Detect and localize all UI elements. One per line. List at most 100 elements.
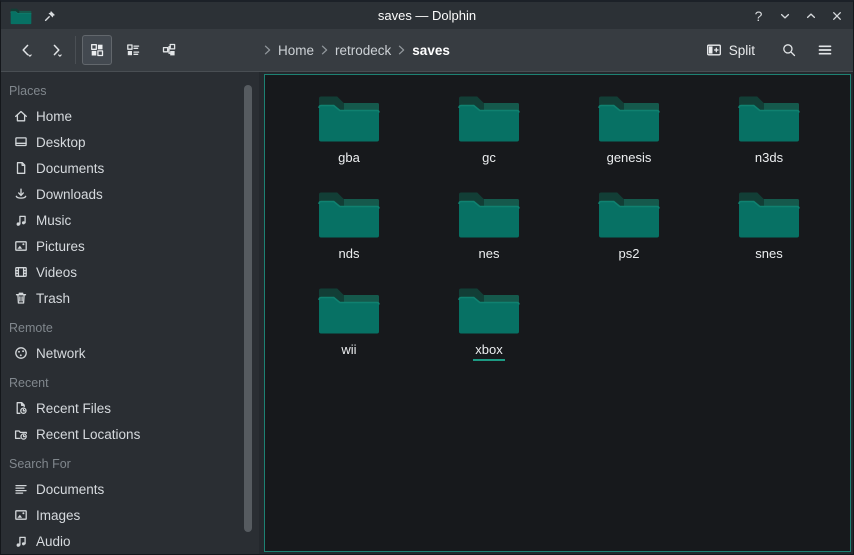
help-button[interactable]: ? (750, 7, 767, 24)
folder-icon (597, 188, 661, 240)
sidebar-item-label: Home (36, 109, 72, 124)
sidebar-item-label: Desktop (36, 135, 86, 150)
sidebar-item-audio[interactable]: Audio (1, 528, 259, 554)
breadcrumb-item-Home[interactable]: Home (278, 43, 314, 58)
document-icon (13, 160, 29, 176)
sidebar-section-title: Remote (9, 321, 259, 335)
folder-label: gc (480, 150, 498, 169)
minimize-button[interactable] (776, 7, 793, 24)
split-icon (706, 42, 722, 58)
sidebar-item-recent-files[interactable]: Recent Files (1, 395, 259, 421)
hamburger-menu-button[interactable] (811, 36, 839, 64)
sidebar-item-label: Recent Locations (36, 427, 140, 442)
folder-icon (737, 92, 801, 144)
sidebar-item-recent-locations[interactable]: Recent Locations (1, 421, 259, 447)
forward-button[interactable] (41, 34, 71, 66)
breadcrumb-item-retrodeck[interactable]: retrodeck (335, 43, 391, 58)
sidebar-item-label: Documents (36, 161, 104, 176)
sidebar-item-desktop[interactable]: Desktop (1, 129, 259, 155)
sidebar-item-videos[interactable]: Videos (1, 259, 259, 285)
folder-icon (317, 188, 381, 240)
folder-grid: gba gc genesis n3ds nds nes ps2 snes wii xbox (265, 75, 850, 376)
folder-label: xbox (473, 342, 504, 361)
sidebar-scrollbar[interactable] (244, 85, 252, 532)
folder-genesis[interactable]: genesis (559, 88, 699, 184)
dolphin-window: saves — Dolphin ? Home retrodeck saves Spl… (0, 0, 854, 555)
sidebar-item-documents[interactable]: Documents (1, 476, 259, 502)
recent-folder-icon (13, 426, 29, 442)
music-icon (13, 212, 29, 228)
folder-label: genesis (605, 150, 654, 169)
folder-nds[interactable]: nds (279, 184, 419, 280)
sidebar-item-images[interactable]: Images (1, 502, 259, 528)
music-icon (13, 533, 29, 549)
sidebar-item-music[interactable]: Music (1, 207, 259, 233)
maximize-button[interactable] (802, 7, 819, 24)
sidebar-section-title: Search For (9, 457, 259, 471)
folder-nes[interactable]: nes (419, 184, 559, 280)
desktop-icon (13, 134, 29, 150)
folder-label: snes (753, 246, 784, 265)
folder-ps2[interactable]: ps2 (559, 184, 699, 280)
folder-label: gba (336, 150, 362, 169)
sidebar-item-downloads[interactable]: Downloads (1, 181, 259, 207)
folder-snes[interactable]: snes (699, 184, 839, 280)
breadcrumb-item-saves[interactable]: saves (412, 43, 450, 58)
folder-label: wii (339, 342, 358, 361)
places-panel: Places Home Desktop Documents Downloads Music… (1, 72, 259, 554)
content-area: Places Home Desktop Documents Downloads Music… (1, 72, 853, 554)
window-title: saves — Dolphin (1, 8, 853, 23)
split-button[interactable]: Split (706, 42, 755, 58)
folder-icon (457, 92, 521, 144)
breadcrumb-separator-icon (321, 45, 328, 55)
folder-label: ps2 (617, 246, 642, 265)
sidebar-item-label: Trash (36, 291, 70, 306)
trash-icon (13, 290, 29, 306)
folder-gc[interactable]: gc (419, 88, 559, 184)
sidebar-item-label: Audio (36, 534, 71, 549)
text-lines-icon (13, 481, 29, 497)
tree-view-button[interactable] (154, 35, 184, 65)
pin-icon[interactable] (42, 7, 60, 25)
sidebar-item-label: Pictures (36, 239, 85, 254)
folder-xbox[interactable]: xbox (419, 280, 559, 376)
sidebar-item-pictures[interactable]: Pictures (1, 233, 259, 259)
folder-icon (737, 188, 801, 240)
titlebar: saves — Dolphin ? (1, 2, 853, 29)
close-button[interactable] (828, 7, 845, 24)
folder-gba[interactable]: gba (279, 88, 419, 184)
video-icon (13, 264, 29, 280)
image-icon (13, 238, 29, 254)
sidebar-item-label: Recent Files (36, 401, 111, 416)
folder-icon (597, 92, 661, 144)
split-label: Split (729, 43, 755, 58)
sidebar-item-documents[interactable]: Documents (1, 155, 259, 181)
folder-icon (317, 92, 381, 144)
back-button[interactable] (11, 34, 41, 66)
download-icon (13, 186, 29, 202)
breadcrumb-separator-icon (398, 45, 405, 55)
window-controls: ? (750, 7, 845, 24)
breadcrumb: Home retrodeck saves (264, 43, 450, 58)
breadcrumb-separator-icon (264, 45, 271, 55)
sidebar-section-title: Places (9, 84, 259, 98)
sidebar-item-label: Network (36, 346, 86, 361)
sidebar-item-label: Documents (36, 482, 104, 497)
search-button[interactable] (775, 36, 803, 64)
folder-label: nes (477, 246, 502, 265)
icons-view-button[interactable] (82, 35, 112, 65)
folder-n3ds[interactable]: n3ds (699, 88, 839, 184)
folder-icon (457, 188, 521, 240)
sidebar-item-home[interactable]: Home (1, 103, 259, 129)
image-icon (13, 507, 29, 523)
folder-wii[interactable]: wii (279, 280, 419, 376)
details-view-button[interactable] (118, 35, 148, 65)
sidebar-item-trash[interactable]: Trash (1, 285, 259, 311)
toolbar: Home retrodeck saves Split (1, 29, 853, 72)
folder-icon (317, 284, 381, 336)
sidebar-item-network[interactable]: Network (1, 340, 259, 366)
folder-label: n3ds (753, 150, 785, 169)
folder-view: gba gc genesis n3ds nds nes ps2 snes wii xbox (264, 74, 851, 552)
sidebar-item-label: Images (36, 508, 80, 523)
sidebar-item-label: Music (36, 213, 71, 228)
